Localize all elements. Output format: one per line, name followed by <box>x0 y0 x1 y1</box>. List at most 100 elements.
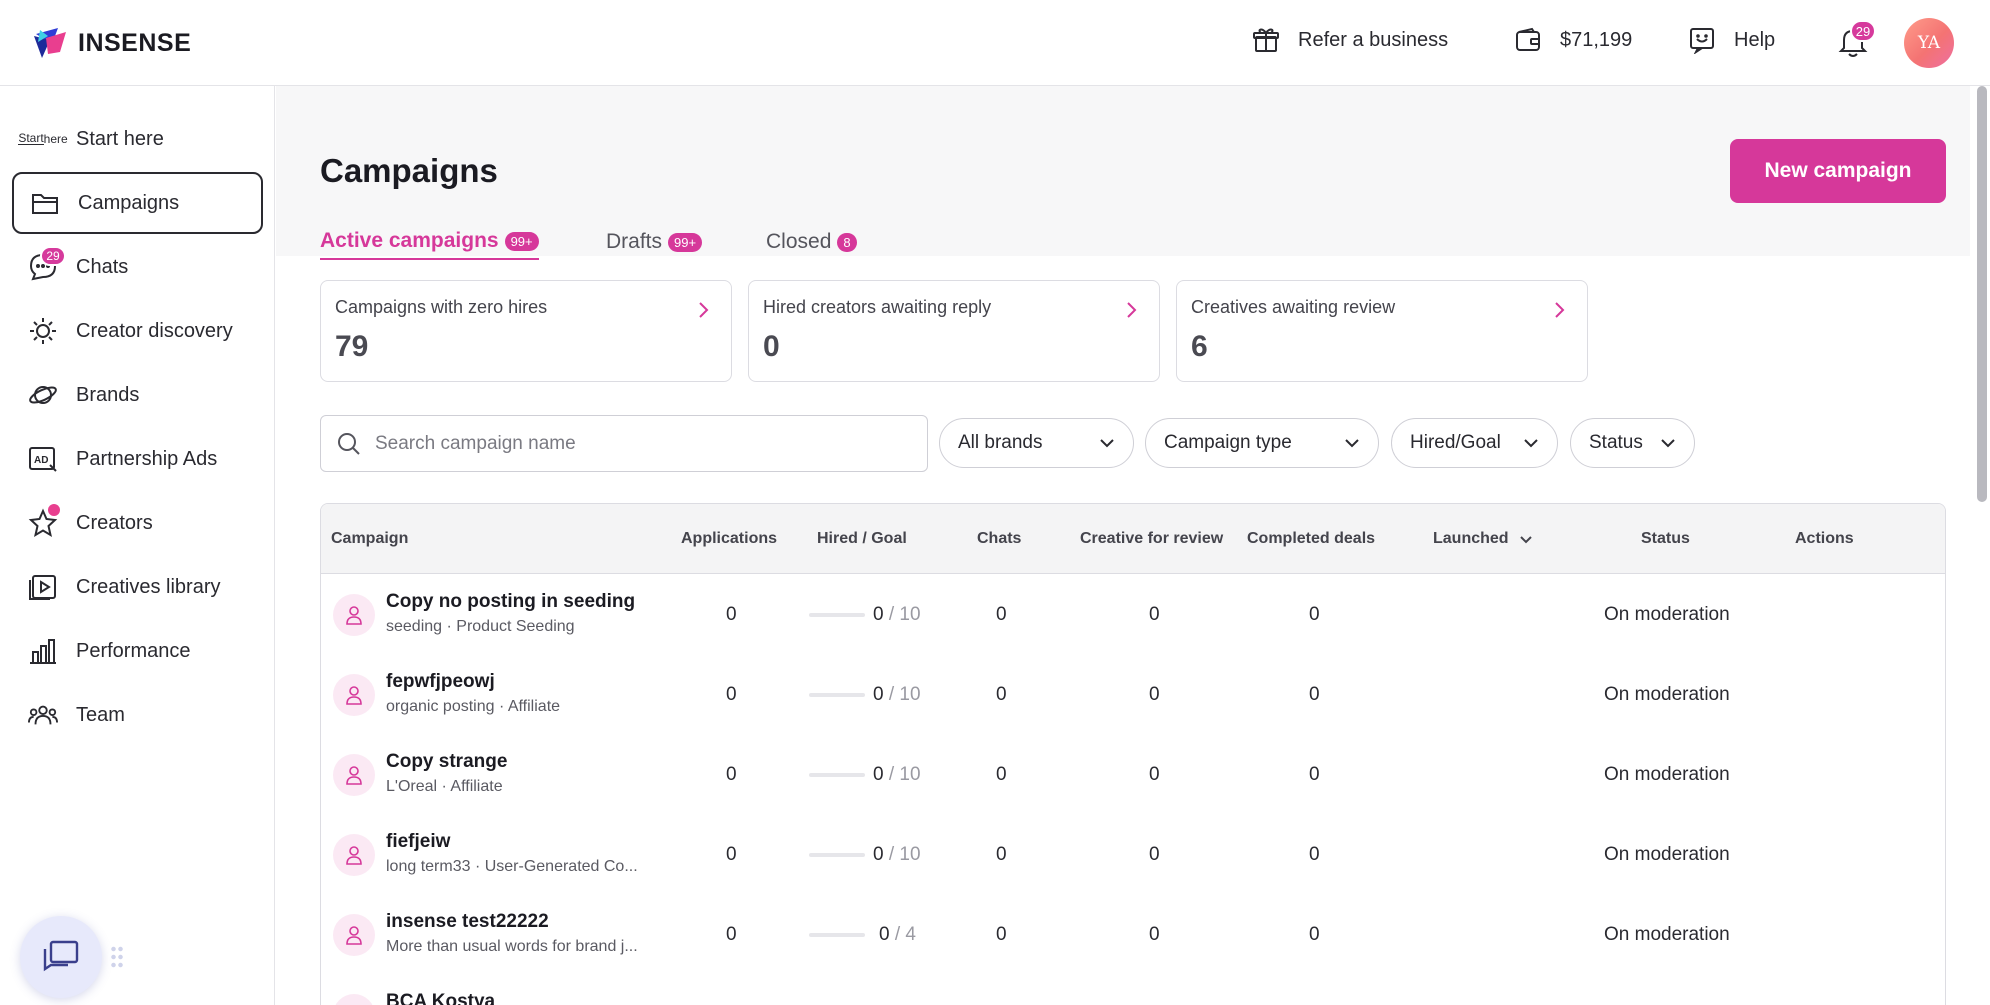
applications-count: 0 <box>726 844 737 865</box>
planet-icon <box>28 380 58 410</box>
campaign-subtitle: long term33 · User-Generated Co... <box>386 858 638 875</box>
campaign-name[interactable]: Copy no posting in seeding <box>386 591 635 613</box>
goal-separator: / <box>883 604 900 625</box>
hired-progress-bar <box>809 933 865 937</box>
sidebar-item-label: Brands <box>76 383 140 406</box>
bar-chart-icon <box>28 636 58 666</box>
goal-separator: / <box>889 924 906 945</box>
filter-campaign-type[interactable]: Campaign type <box>1145 418 1379 468</box>
hired-goal-value: 0 / 10 <box>873 684 921 706</box>
sidebar-item-label: Creators <box>76 511 153 534</box>
completed-deals-count: 0 <box>1309 764 1320 785</box>
completed-deals-count: 0 <box>1309 684 1320 705</box>
campaign-avatar <box>333 834 375 876</box>
help-label: Help <box>1734 28 1776 51</box>
hired-progress-bar <box>809 613 865 617</box>
column-header-launched[interactable]: Launched <box>1433 530 1533 548</box>
balance-link[interactable]: $71,199 <box>1514 26 1632 54</box>
tab-closed[interactable]: Closed 8 <box>766 224 857 260</box>
column-header-chats: Chats <box>977 530 1022 547</box>
chevron-down-icon <box>1661 439 1675 448</box>
filter-status[interactable]: Status <box>1570 418 1695 468</box>
help-link[interactable]: Help <box>1688 26 1775 54</box>
sidebar-item-label: Start here <box>76 127 164 150</box>
drag-handle[interactable] <box>110 945 124 969</box>
stat-value: 6 <box>1191 330 1208 363</box>
hired-progress-bar <box>809 693 865 697</box>
sidebar-item-label: Performance <box>76 639 191 662</box>
table-row[interactable]: fepwfjpeowj organic posting · Affiliate 0 0… <box>321 654 1945 734</box>
column-header-completed-deals: Completed deals <box>1247 530 1376 547</box>
status-text: On moderation <box>1604 684 1730 705</box>
goal-count: 10 <box>899 844 921 865</box>
applications-count: 0 <box>726 924 737 945</box>
status-text: On moderation <box>1604 604 1730 625</box>
campaign-name[interactable]: BCA Kostya <box>386 991 495 1005</box>
campaign-name[interactable]: insense test22222 <box>386 911 549 933</box>
page-scrollbar[interactable] <box>1976 86 1988 506</box>
stat-card-zero-hires[interactable]: Campaigns with zero hires 79 <box>320 280 732 382</box>
chevron-right-icon <box>1127 302 1137 318</box>
new-campaign-button[interactable]: New campaign <box>1730 139 1946 203</box>
svg-text:AD: AD <box>34 455 48 466</box>
column-header-hired-goal: Hired / Goal <box>817 530 907 547</box>
search-box <box>320 415 928 472</box>
sidebar-item-label: Team <box>76 703 125 726</box>
chats-count: 0 <box>996 764 1007 785</box>
filter-hired-goal[interactable]: Hired/Goal <box>1391 418 1558 468</box>
sidebar-item-partnership-ads[interactable]: AD Partnership Ads <box>12 428 263 490</box>
column-header-applications: Applications <box>681 530 778 547</box>
campaign-name[interactable]: fepwfjpeowj <box>386 671 495 693</box>
refer-business-link[interactable]: Refer a business <box>1252 26 1448 54</box>
stat-card-awaiting-reply[interactable]: Hired creators awaiting reply 0 <box>748 280 1160 382</box>
sidebar-item-campaigns[interactable]: Campaigns <box>12 172 263 234</box>
sidebar-item-creators[interactable]: Creators <box>12 492 263 554</box>
tab-active-campaigns[interactable]: Active campaigns 99+ <box>320 224 539 260</box>
campaign-avatar <box>333 674 375 716</box>
chevron-down-icon <box>1345 439 1359 448</box>
user-avatar[interactable]: YA <box>1904 18 1954 68</box>
sidebar-item-chats[interactable]: 29 Chats <box>12 236 263 298</box>
wallet-icon <box>1516 27 1540 51</box>
tab-count-badge: 99+ <box>668 232 703 252</box>
sidebar-item-creatives-library[interactable]: Creatives library <box>12 556 263 618</box>
goal-separator: / <box>883 844 900 865</box>
filter-label: All brands <box>958 432 1043 453</box>
campaign-name[interactable]: Copy strange <box>386 751 507 773</box>
support-chat-button[interactable] <box>20 916 102 998</box>
hired-count: 0 <box>873 684 884 705</box>
chats-count: 0 <box>996 684 1007 705</box>
goal-count: 10 <box>899 684 921 705</box>
sidebar-item-label: Creator discovery <box>76 319 233 342</box>
sidebar-item-brands[interactable]: Brands <box>12 364 263 426</box>
stat-card-awaiting-review[interactable]: Creatives awaiting review 6 <box>1176 280 1588 382</box>
campaign-name[interactable]: fiefjeiw <box>386 831 450 853</box>
goal-count: 10 <box>899 604 921 625</box>
stat-label: Campaigns with zero hires <box>335 297 548 317</box>
sidebar-item-start-here[interactable]: Start here Start here <box>12 108 263 170</box>
page-title: Campaigns <box>320 152 498 189</box>
table-row[interactable]: Copy strange L'Oreal · Affiliate 0 0 / 10 0 0… <box>321 734 1945 814</box>
gift-icon <box>1253 28 1279 52</box>
tab-drafts[interactable]: Drafts 99+ <box>606 224 703 260</box>
sidebar-item-label: Chats <box>76 255 129 278</box>
filter-label: Status <box>1589 432 1643 453</box>
table-row[interactable]: fiefjeiw long term33 · User-Generated Co.… <box>321 814 1945 894</box>
sidebar-item-creator-discovery[interactable]: Creator discovery <box>12 300 263 362</box>
sidebar-item-team[interactable]: Team <box>12 684 263 746</box>
table-row[interactable]: Copy no posting in seeding seeding · Prod… <box>321 574 1945 654</box>
filter-label: Campaign type <box>1164 432 1292 453</box>
brand-logo[interactable]: INSENSE <box>32 26 191 60</box>
filter-all-brands[interactable]: All brands <box>939 418 1134 468</box>
tab-label: Drafts <box>606 230 663 253</box>
scrollbar-thumb[interactable] <box>1977 86 1987 502</box>
sidebar-item-label: Creatives library <box>76 575 221 598</box>
sidebar-item-performance[interactable]: Performance <box>12 620 263 682</box>
table-row[interactable]: BCA Kostya <box>321 974 1945 1005</box>
table-row[interactable]: insense test22222 More than usual words f… <box>321 894 1945 974</box>
tab-count-badge: 8 <box>837 232 857 252</box>
insense-logo-icon <box>34 28 66 58</box>
column-header-creative-review: Creative for review <box>1080 530 1224 547</box>
help-chat-icon <box>1690 28 1714 54</box>
search-input[interactable] <box>375 432 895 455</box>
